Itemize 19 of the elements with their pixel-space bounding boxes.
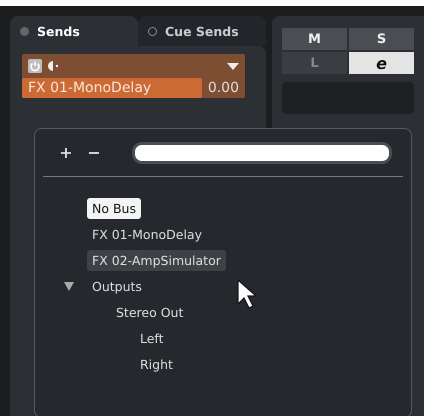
- bus-item[interactable]: Right: [135, 354, 178, 374]
- bus-item[interactable]: FX 01-MonoDelay: [87, 224, 207, 244]
- tab[interactable]: Cue Sends: [138, 16, 266, 46]
- dropdown-caret-icon[interactable]: [227, 62, 239, 70]
- half-circle-icon[interactable]: [48, 61, 60, 71]
- filter-field[interactable]: [135, 144, 389, 160]
- send-level-value[interactable]: 0.00: [202, 78, 245, 98]
- bus-item[interactable]: Outputs: [87, 276, 147, 296]
- bus-item[interactable]: FX 02-AmpSimulator: [87, 250, 226, 270]
- bus-item[interactable]: Left: [135, 328, 169, 348]
- add-button[interactable]: +: [55, 143, 77, 162]
- channel-button[interactable]: e: [349, 52, 414, 74]
- remove-button[interactable]: −: [83, 143, 105, 162]
- tab[interactable]: Sends: [10, 16, 138, 46]
- bus-item[interactable]: Stereo Out: [111, 302, 188, 322]
- channel-button[interactable]: S: [349, 28, 414, 50]
- bus-item[interactable]: No Bus: [87, 198, 141, 218]
- expanded-triangle-icon[interactable]: [63, 281, 75, 291]
- channel-button[interactable]: M: [282, 28, 347, 50]
